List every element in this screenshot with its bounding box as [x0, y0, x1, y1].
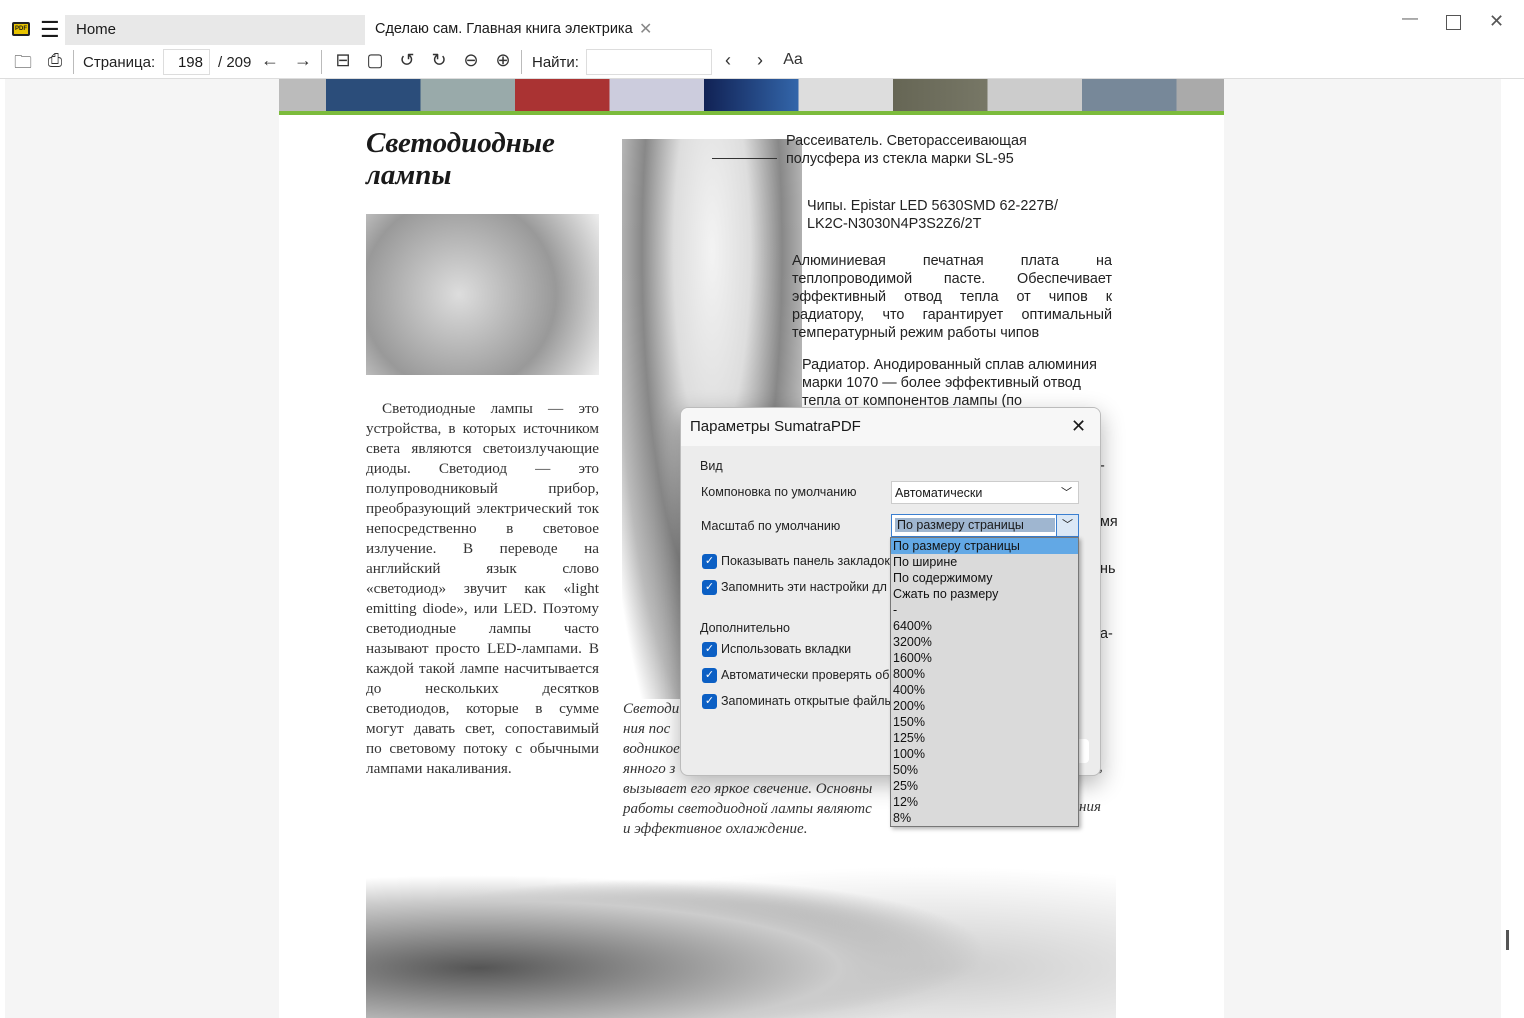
close-window-button[interactable]: ✕ — [1489, 11, 1504, 32]
chevron-down-icon[interactable]: ﹀ — [1056, 515, 1078, 536]
led-lamps-photo — [366, 214, 599, 375]
zoom-option[interactable]: 125% — [891, 730, 1078, 746]
arrow-left-icon[interactable]: ← — [258, 50, 282, 71]
zoom-option[interactable]: 50% — [891, 762, 1078, 778]
tab-home[interactable]: Home — [65, 15, 365, 45]
minimize-button[interactable]: — — [1402, 10, 1418, 28]
zoom-option[interactable]: Сжать по размеру — [891, 586, 1078, 602]
caption-fragment: ния — [1079, 799, 1101, 815]
tab-document[interactable]: Сделаю сам. Главная книга электрика — [375, 21, 637, 37]
annotation-pcb: Алюминиевая печатная плата на теплопрово… — [792, 253, 1112, 341]
menu-icon[interactable]: ☰ — [40, 19, 60, 41]
checkbox-use-tabs[interactable]: ✓ — [702, 642, 717, 657]
title-bar: PDF ☰ Home Сделаю сам. Главная книга эле… — [0, 0, 1524, 45]
dialog-close-button[interactable]: ✕ — [1071, 416, 1086, 437]
print-icon[interactable]: ⎙ — [43, 50, 67, 71]
rotate-left-icon[interactable]: ↺ — [395, 50, 419, 71]
zoom-option[interactable]: 100% — [891, 746, 1078, 762]
zoom-select[interactable]: По размеру страницы ﹀ — [891, 514, 1079, 537]
checkbox-label: Автоматически проверять об — [721, 668, 890, 682]
zoom-option[interactable]: 1600% — [891, 650, 1078, 666]
find-prev-icon[interactable]: ‹ — [716, 50, 740, 71]
checkbox-remember-settings[interactable]: ✓ — [702, 580, 717, 595]
zoom-option[interactable]: По ширине — [891, 554, 1078, 570]
zoom-option[interactable]: - — [891, 602, 1078, 618]
find-next-icon[interactable]: › — [748, 50, 772, 71]
zoom-option[interactable]: 150% — [891, 714, 1078, 730]
zoom-in-icon[interactable]: ⊕ — [491, 50, 515, 71]
annotation-radiator: Радиатор. Анодированный сплав алюминия м… — [802, 357, 1097, 409]
zoom-option[interactable]: 200% — [891, 698, 1078, 714]
zoom-option[interactable]: 25% — [891, 778, 1078, 794]
zoom-label: Масштаб по умолчанию — [701, 519, 841, 533]
zoom-option[interactable]: 6400% — [891, 618, 1078, 634]
text-fragment: а- — [1100, 626, 1113, 642]
checkbox-label: Запомнить эти настройки дл — [721, 580, 887, 594]
arrow-right-icon[interactable]: → — [291, 50, 315, 71]
text-fragment: нь — [1100, 561, 1116, 577]
annotation-chips: Чипы. Epistar LED 5630SMD 62-227B/ LK2C-… — [807, 198, 1058, 232]
checkbox-remember-files[interactable]: ✓ — [702, 694, 717, 709]
checkbox-label: Показывать панель закладок — [721, 554, 890, 568]
scrollbar-thumb[interactable] — [1506, 930, 1509, 950]
section-view: Вид — [700, 459, 723, 473]
annotation-diffuser: Рассеиватель. Светорассеивающая полусфер… — [786, 133, 1027, 167]
page-total: / 209 — [218, 54, 252, 71]
leader-line — [712, 158, 777, 159]
rotate-right-icon[interactable]: ↻ — [427, 50, 451, 71]
find-input[interactable] — [586, 49, 712, 75]
layout-value: Автоматически — [895, 486, 983, 500]
zoom-option[interactable]: 8% — [891, 810, 1078, 826]
section-extra: Дополнительно — [700, 621, 790, 635]
open-folder-icon[interactable]: 🗀 — [11, 50, 35, 80]
zoom-option[interactable]: По содержимому — [891, 570, 1078, 586]
checkbox-label: Запоминать открытые файлы — [721, 694, 894, 708]
header-photo-strip — [279, 79, 1224, 111]
zoom-value: По размеру страницы — [895, 518, 1055, 532]
zoom-out-icon[interactable]: ⊖ — [459, 50, 483, 71]
dialog-title: Параметры SumatraPDF — [681, 408, 1100, 446]
spotlights-photo — [366, 849, 1116, 1018]
close-tab-icon[interactable]: ✕ — [639, 19, 652, 39]
page-label: Страница: — [83, 54, 156, 71]
zoom-option[interactable]: 800% — [891, 666, 1078, 682]
match-case-icon[interactable]: Aa — [781, 51, 805, 69]
zoom-option[interactable]: 3200% — [891, 634, 1078, 650]
zoom-dropdown-list[interactable]: По размеру страницы По ширине По содержимо… — [890, 537, 1079, 827]
chevron-down-icon: ﹀ — [1061, 487, 1072, 499]
checkbox-bookmarks[interactable]: ✓ — [702, 554, 717, 569]
divider — [521, 50, 522, 74]
page-input[interactable]: 198 — [163, 49, 210, 75]
zoom-option[interactable]: По размеру страницы — [891, 538, 1078, 554]
checkbox-auto-update[interactable]: ✓ — [702, 668, 717, 683]
layout-label: Компоновка по умолчанию — [701, 485, 857, 499]
text-fragment: мя — [1100, 514, 1118, 530]
app-icon: PDF — [12, 22, 30, 36]
article-title: Светодиодные лампы — [366, 127, 555, 191]
green-rule — [279, 111, 1224, 115]
single-page-icon[interactable]: ▢ — [363, 50, 387, 71]
zoom-option[interactable]: 12% — [891, 794, 1078, 810]
toolbar: 🗀 ⎙ Страница: 198 / 209 ← → ⊟ ▢ ↺ ↻ ⊖ ⊕ … — [0, 45, 1524, 79]
checkbox-label: Использовать вкладки — [721, 642, 852, 656]
divider — [73, 50, 74, 74]
find-label: Найти: — [532, 54, 579, 71]
maximize-button[interactable] — [1446, 15, 1461, 30]
layout-select[interactable]: Автоматически ﹀ — [891, 481, 1079, 504]
zoom-option[interactable]: 400% — [891, 682, 1078, 698]
divider — [321, 50, 322, 74]
article-body: Светодиодные лампы — это устройства, в к… — [366, 400, 599, 777]
continuous-view-icon[interactable]: ⊟ — [331, 50, 355, 71]
